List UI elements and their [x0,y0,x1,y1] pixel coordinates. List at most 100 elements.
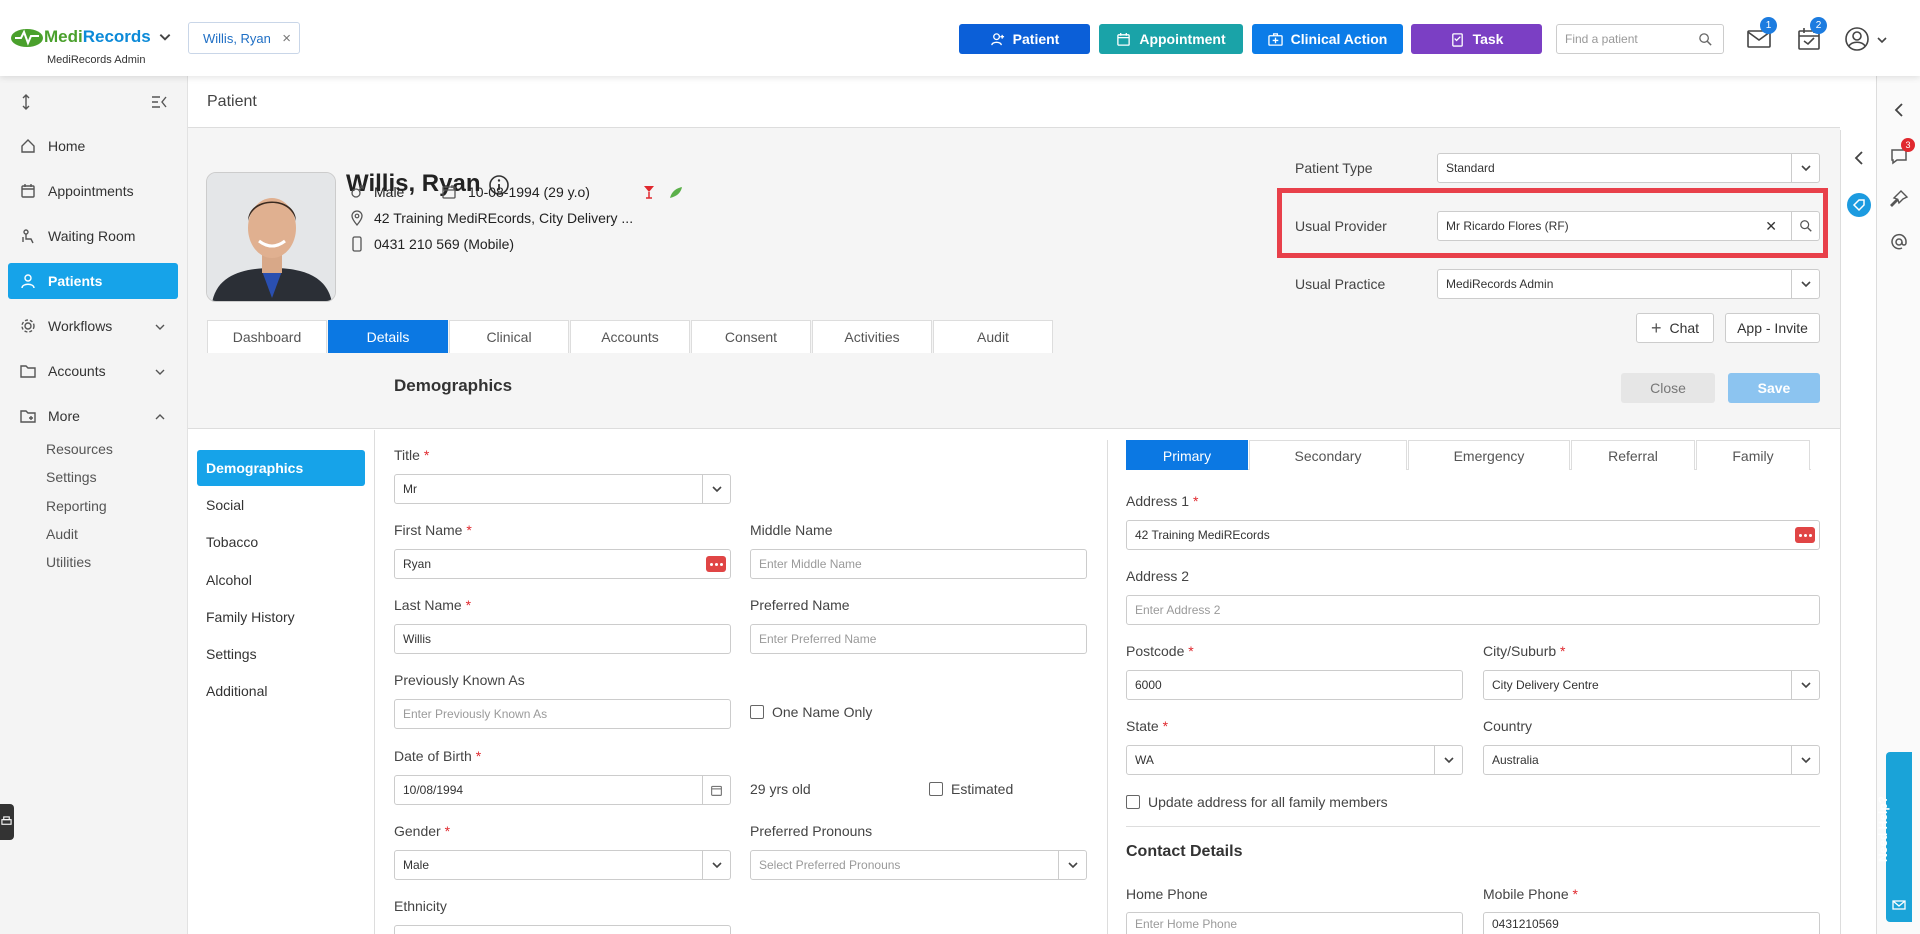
new-patient-button[interactable]: Patient [959,24,1090,54]
state-label: State * [1126,718,1169,734]
sidebar-item-appointments[interactable]: Appointments [8,173,178,209]
title-select[interactable]: Mr [394,474,731,504]
tab-clinical[interactable]: Clinical [449,320,569,353]
resize-vertical-icon[interactable] [17,93,35,111]
app-logo[interactable]: MediRecords [10,26,151,48]
gender-value: Male [403,858,430,872]
tag-icon[interactable] [1847,193,1871,217]
details-nav-demographics[interactable]: Demographics [197,450,365,486]
postcode-field[interactable]: 6000 [1126,670,1463,700]
more-options-icon[interactable] [1795,527,1815,543]
estimated-checkbox[interactable] [929,782,943,796]
tab-family[interactable]: Family [1696,440,1810,470]
details-nav-additional[interactable]: Additional [197,673,365,709]
patient-type-select[interactable]: Standard [1437,153,1820,183]
sidebar-item-workflows[interactable]: Workflows [8,308,178,344]
tasks-badge: 2 [1810,17,1827,34]
previously-known-label: Previously Known As [394,672,525,688]
chevron-left-icon[interactable] [1851,150,1867,166]
collapse-sidebar-icon[interactable] [150,93,168,111]
dob-field[interactable]: 10/08/1994 [394,775,731,805]
tab-audit[interactable]: Audit [933,320,1053,353]
pin-icon[interactable] [1889,189,1909,209]
gender-select[interactable]: Male [394,850,731,880]
update-family-address-checkbox[interactable] [1126,795,1140,809]
sidebar-item-patients[interactable]: Patients [8,263,178,299]
sidebar-subitem-settings[interactable]: Settings [46,469,97,485]
sidebar-subitem-audit[interactable]: Audit [46,526,78,542]
mobile-phone-field[interactable]: 0431210569 [1483,912,1820,934]
print-tab[interactable] [0,804,14,840]
close-button[interactable]: Close [1621,373,1715,403]
address1-field[interactable]: 42 Training MediREcords [1126,520,1820,550]
details-nav-social[interactable]: Social [197,487,365,523]
open-patient-tab[interactable]: Willis, Ryan × [188,22,300,54]
patient-address: 42 Training MediREcords, City Delivery .… [374,210,634,226]
search-icon[interactable] [1698,32,1713,47]
tab-consent[interactable]: Consent [691,320,811,353]
first-name-field[interactable]: Ryan [394,549,731,579]
calendar-icon[interactable] [702,776,730,804]
sidebar-item-waiting-room[interactable]: Waiting Room [8,218,178,254]
sidebar-subitem-reporting[interactable]: Reporting [46,498,107,514]
sidebar-item-accounts[interactable]: Accounts [8,353,178,389]
sidebar-subitem-utilities[interactable]: Utilities [46,554,91,570]
tab-primary[interactable]: Primary [1126,440,1248,470]
details-nav-tobacco[interactable]: Tobacco [197,524,365,560]
chevron-left-icon[interactable] [1891,102,1907,118]
details-nav-alcohol[interactable]: Alcohol [197,562,365,598]
sidebar-item-more[interactable]: More [8,398,178,434]
state-select[interactable]: WA [1126,745,1463,775]
previously-known-field[interactable]: Enter Previously Known As [394,699,731,729]
logo-subtitle: MediRecords Admin [47,54,146,66]
tab-secondary[interactable]: Secondary [1249,440,1407,470]
tab-details[interactable]: Details [328,320,448,353]
more-options-icon[interactable] [706,556,726,572]
app-invite-label: App - Invite [1737,320,1808,336]
plus-icon: + [1650,317,1662,338]
tab-referral[interactable]: Referral [1571,440,1695,470]
mobile-phone-icon [352,236,362,252]
find-patient-input[interactable]: Find a patient [1556,24,1724,54]
sidebar-subitem-resources[interactable]: Resources [46,441,113,457]
preferred-name-field[interactable]: Enter Preferred Name [750,624,1087,654]
one-name-only-checkbox[interactable] [750,705,764,719]
user-account-icon[interactable] [1844,26,1870,52]
middle-name-field[interactable]: Enter Middle Name [750,549,1087,579]
middle-name-label: Middle Name [750,522,833,538]
tab-accounts[interactable]: Accounts [570,320,690,353]
need-help-tab[interactable]: Need Help? [1876,752,1912,922]
pronouns-select[interactable]: Select Preferred Pronouns [750,850,1087,880]
home-phone-field[interactable]: Enter Home Phone [1126,912,1463,934]
mention-icon[interactable] [1889,232,1909,252]
last-name-field[interactable]: Willis [394,624,731,654]
tab-dashboard[interactable]: Dashboard [207,320,327,353]
clipboard-icon [1451,32,1463,47]
find-patient-placeholder: Find a patient [1565,32,1638,46]
details-nav-settings[interactable]: Settings [197,636,365,672]
close-icon[interactable]: × [282,30,291,47]
section-title: Demographics [394,376,513,395]
printer-icon [1,816,12,825]
user-icon [21,274,35,289]
details-nav-family-history[interactable]: Family History [197,599,365,635]
chevron-down-icon[interactable] [1876,34,1888,46]
gender-icon [351,185,364,198]
tab-emergency[interactable]: Emergency [1408,440,1570,470]
location-pin-icon [351,210,363,226]
city-select[interactable]: City Delivery Centre [1483,670,1820,700]
clinical-action-button[interactable]: Clinical Action [1252,24,1403,54]
ethnicity-select[interactable] [394,925,731,934]
sidebar-item-home[interactable]: Home [8,128,178,164]
usual-practice-select[interactable]: MediRecords Admin [1437,269,1820,299]
chat-button[interactable]: + Chat [1636,313,1714,343]
chevron-down-icon[interactable] [158,30,172,44]
app-invite-button[interactable]: App - Invite [1725,313,1820,343]
save-button[interactable]: Save [1728,373,1820,403]
chevron-up-icon [155,414,165,420]
tab-activities[interactable]: Activities [812,320,932,353]
appointment-button[interactable]: Appointment [1099,24,1243,54]
task-button[interactable]: Task [1411,24,1542,54]
country-select[interactable]: Australia [1483,745,1820,775]
address2-field[interactable]: Enter Address 2 [1126,595,1820,625]
